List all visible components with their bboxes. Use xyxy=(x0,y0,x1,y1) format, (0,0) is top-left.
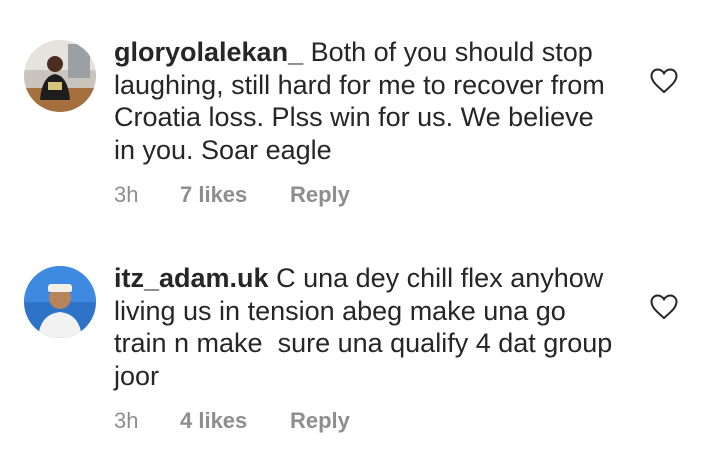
comment-username[interactable]: itz_adam.uk xyxy=(114,263,269,293)
comment-username[interactable]: gloryolalekan_ xyxy=(114,37,303,67)
user-avatar-photo xyxy=(24,266,96,338)
comment-timestamp: 3h xyxy=(114,408,139,433)
comment-text-block: itz_adam.uk C una dey chill flex anyhow … xyxy=(114,262,614,392)
comment-body: itz_adam.uk C una dey chill flex anyhow … xyxy=(114,262,614,434)
avatar[interactable] xyxy=(24,266,96,338)
comment-body: gloryolalekan_ Both of you should stop l… xyxy=(114,36,614,208)
user-avatar-photo xyxy=(24,40,96,112)
comment-text-block: gloryolalekan_ Both of you should stop l… xyxy=(114,36,614,166)
comment-likes[interactable]: 4 likes xyxy=(180,408,290,434)
heart-outline-icon[interactable] xyxy=(650,294,678,320)
reply-button[interactable]: Reply xyxy=(290,408,350,434)
reply-button[interactable]: Reply xyxy=(290,182,350,208)
avatar[interactable] xyxy=(24,40,96,112)
comment-meta: 3h 7 likes Reply xyxy=(114,182,614,208)
heart-outline-icon[interactable] xyxy=(650,68,678,94)
comment-likes[interactable]: 7 likes xyxy=(180,182,290,208)
comment-timestamp: 3h xyxy=(114,182,139,207)
comment-meta: 3h 4 likes Reply xyxy=(114,408,614,434)
